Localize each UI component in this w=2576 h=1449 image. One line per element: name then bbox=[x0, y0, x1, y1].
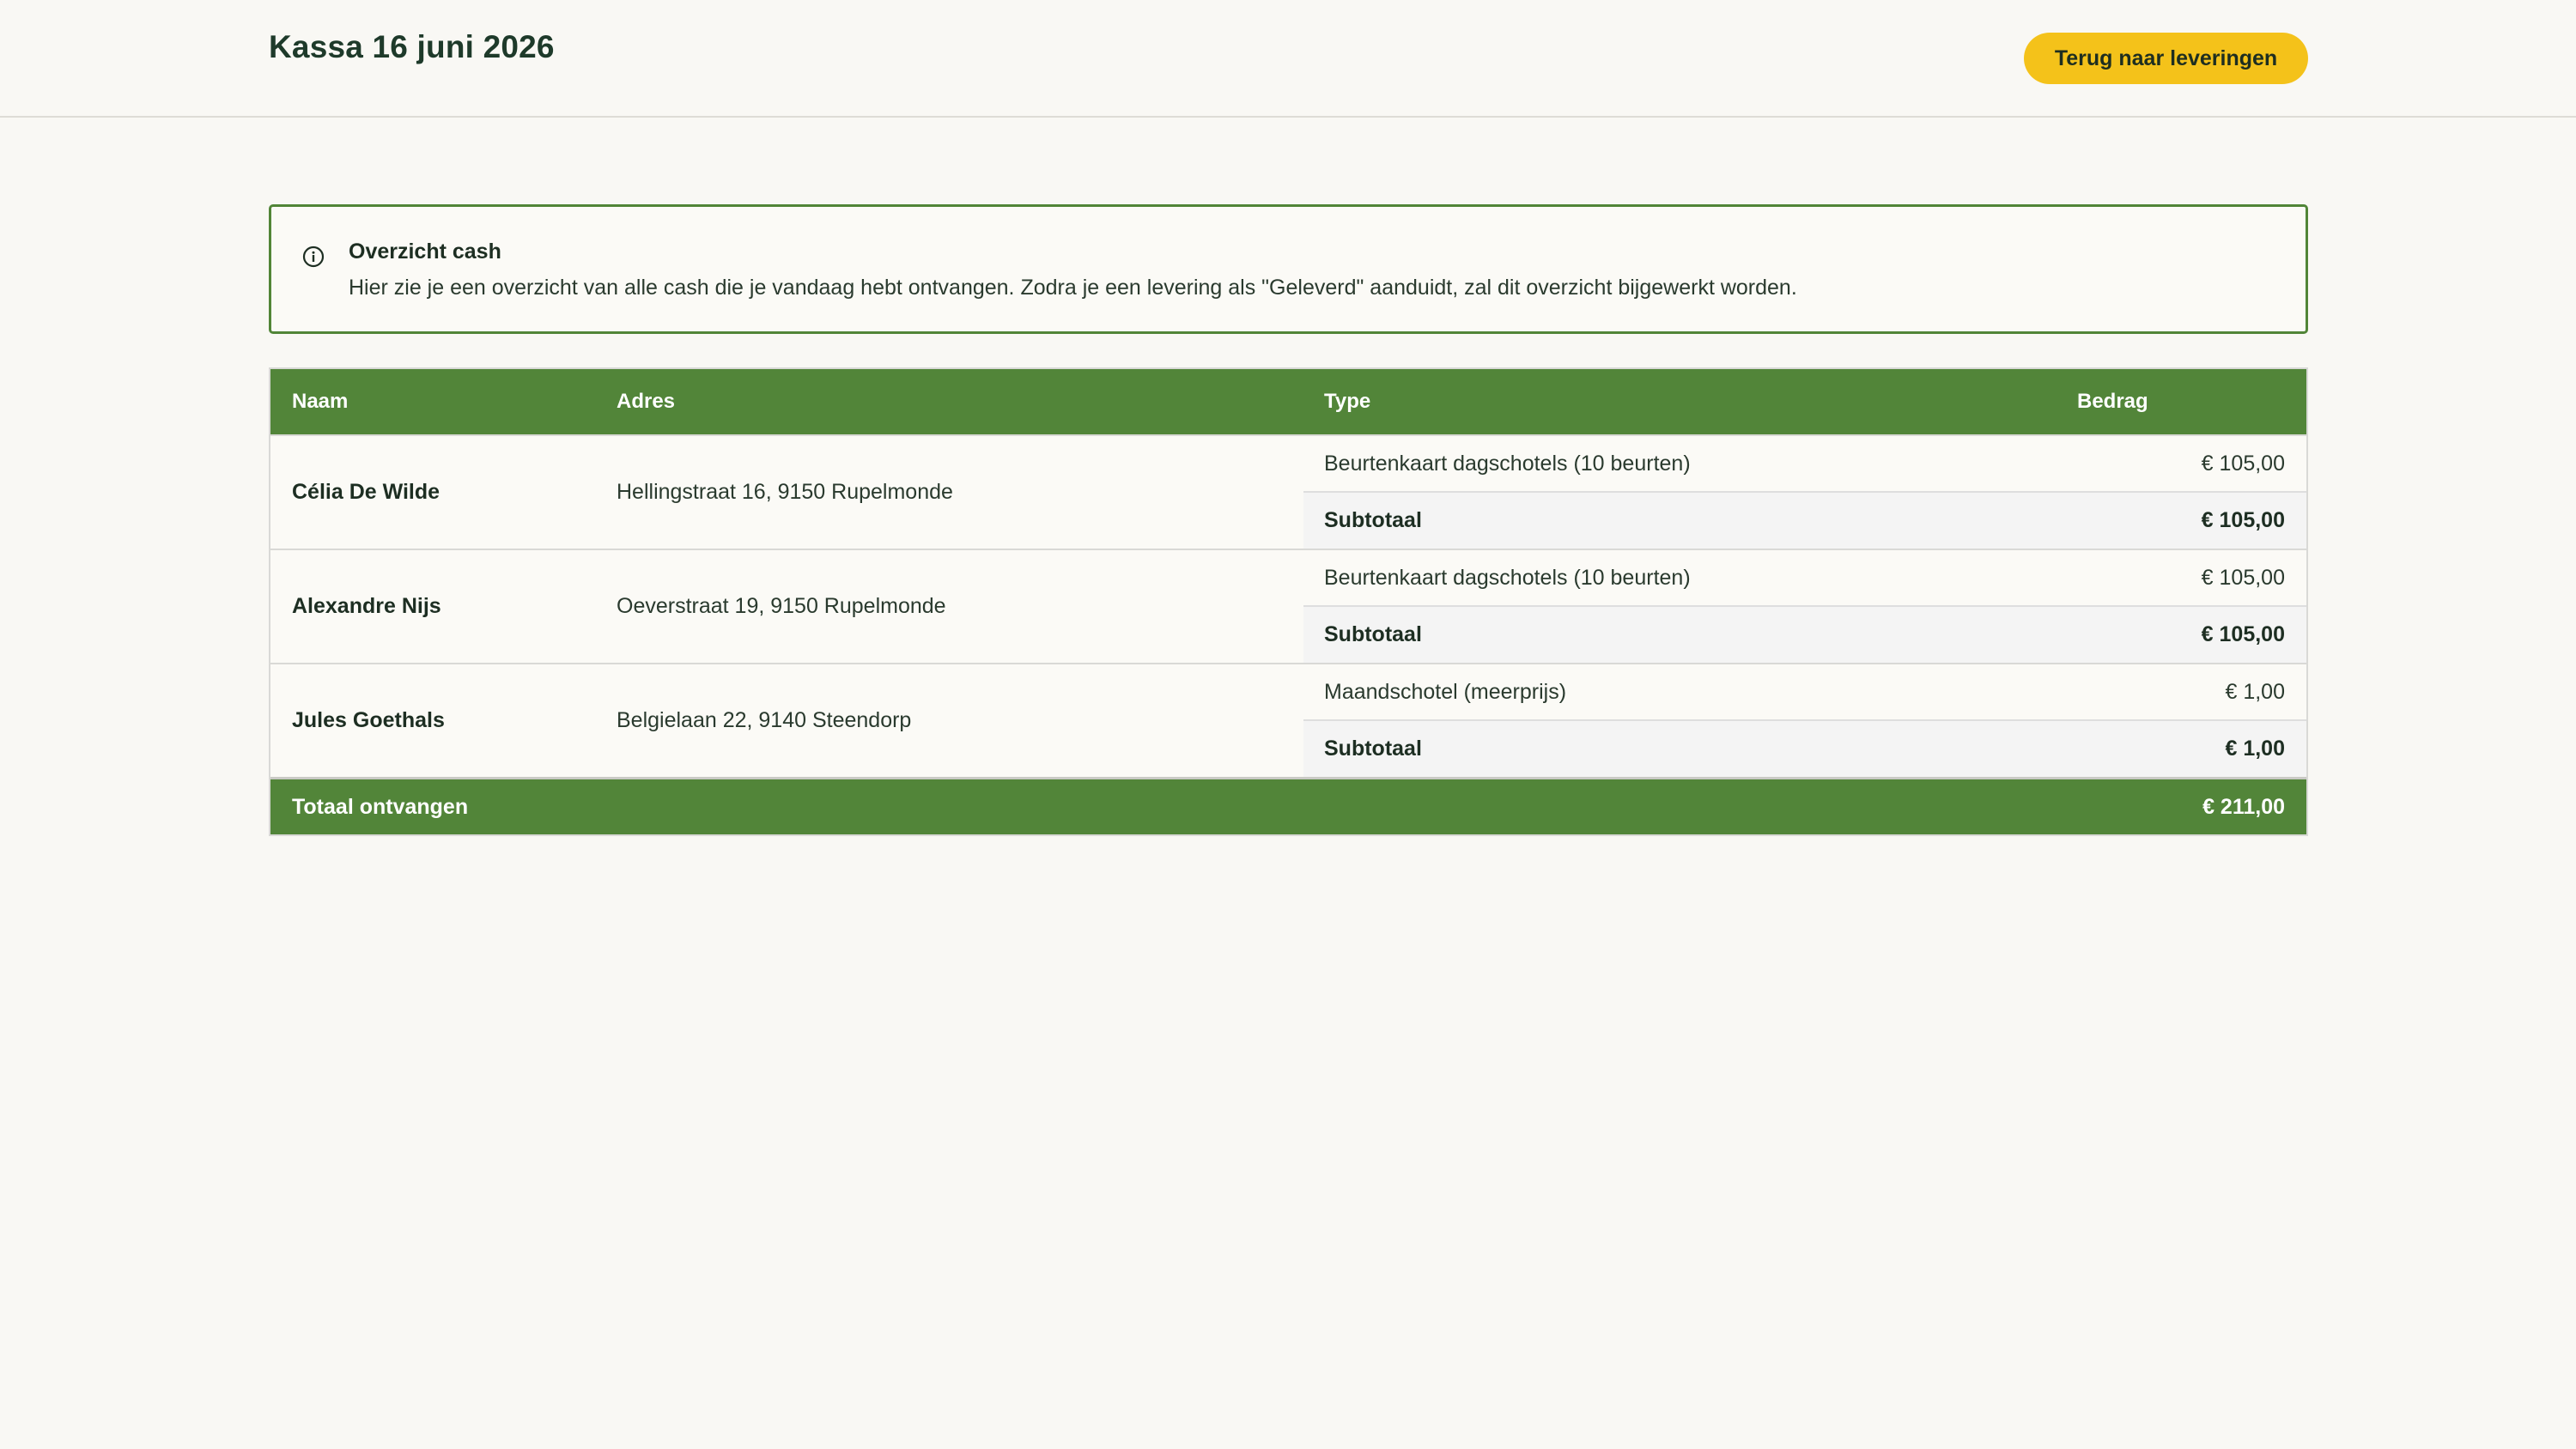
table-header: Naam Adres Type Bedrag bbox=[270, 369, 2306, 434]
subtotal-row: Subtotaal € 105,00 bbox=[1303, 607, 2306, 663]
subtotal-label: Subtotaal bbox=[1324, 622, 1422, 646]
info-circle-icon bbox=[302, 246, 325, 268]
line-items: Maandschotel (meerprijs) € 1,00 Subtotaa… bbox=[1303, 664, 2306, 777]
item-type: Beurtenkaart dagschotels (10 beurten) bbox=[1324, 451, 1691, 476]
line-items: Beurtenkaart dagschotels (10 beurten) € … bbox=[1303, 550, 2306, 663]
item-type: Beurtenkaart dagschotels (10 beurten) bbox=[1324, 565, 1691, 590]
column-header-name: Naam bbox=[292, 390, 349, 413]
page-title: Kassa 16 juni 2026 bbox=[269, 29, 555, 64]
subtotal-label: Subtotaal bbox=[1324, 508, 1422, 532]
cash-table: Naam Adres Type Bedrag Célia De Wilde He… bbox=[269, 367, 2308, 836]
line-items: Beurtenkaart dagschotels (10 beurten) € … bbox=[1303, 436, 2306, 549]
total-label: Totaal ontvangen bbox=[292, 794, 469, 819]
table-row: Célia De Wilde Hellingstraat 16, 9150 Ru… bbox=[270, 434, 2306, 549]
column-header-address: Adres bbox=[617, 390, 676, 413]
line-item: Maandschotel (meerprijs) € 1,00 bbox=[1303, 664, 2306, 721]
subtotal-row: Subtotaal € 105,00 bbox=[1303, 493, 2306, 549]
table-row: Alexandre Nijs Oeverstraat 19, 9150 Rupe… bbox=[270, 549, 2306, 663]
column-header-amount: Bedrag bbox=[2077, 390, 2148, 413]
item-type: Maandschotel (meerprijs) bbox=[1324, 679, 1567, 704]
customer-name: Célia De Wilde bbox=[292, 480, 440, 504]
back-to-deliveries-button[interactable]: Terug naar leveringen bbox=[2024, 33, 2308, 84]
info-box-cash-overview: Overzicht cash Hier zie je een overzicht… bbox=[269, 204, 2308, 334]
subtotal-amount: € 105,00 bbox=[2201, 508, 2285, 532]
customer-address: Belgielaan 22, 9140 Steendorp bbox=[617, 708, 912, 732]
table-row: Jules Goethals Belgielaan 22, 9140 Steen… bbox=[270, 663, 2306, 777]
top-bar: Kassa 16 juni 2026 Terug naar leveringen bbox=[0, 0, 2576, 118]
column-header-type: Type bbox=[1324, 390, 1371, 413]
customer-address: Oeverstraat 19, 9150 Rupelmonde bbox=[617, 594, 946, 618]
subtotal-amount: € 1,00 bbox=[2225, 737, 2285, 761]
subtotal-row: Subtotaal € 1,00 bbox=[1303, 721, 2306, 777]
item-amount: € 105,00 bbox=[2201, 565, 2285, 590]
table-total-row: Totaal ontvangen € 211,00 bbox=[270, 777, 2306, 834]
subtotal-amount: € 105,00 bbox=[2201, 622, 2285, 646]
item-amount: € 1,00 bbox=[2225, 679, 2285, 704]
customer-name: Alexandre Nijs bbox=[292, 594, 441, 618]
subtotal-label: Subtotaal bbox=[1324, 737, 1422, 761]
customer-name: Jules Goethals bbox=[292, 708, 445, 732]
total-amount: € 211,00 bbox=[2202, 794, 2285, 819]
item-amount: € 105,00 bbox=[2201, 451, 2285, 476]
line-item: Beurtenkaart dagschotels (10 beurten) € … bbox=[1303, 550, 2306, 607]
info-text: Hier zie je een overzicht van alle cash … bbox=[349, 276, 1797, 300]
info-title: Overzicht cash bbox=[349, 239, 501, 264]
line-item: Beurtenkaart dagschotels (10 beurten) € … bbox=[1303, 436, 2306, 493]
customer-address: Hellingstraat 16, 9150 Rupelmonde bbox=[617, 480, 953, 504]
